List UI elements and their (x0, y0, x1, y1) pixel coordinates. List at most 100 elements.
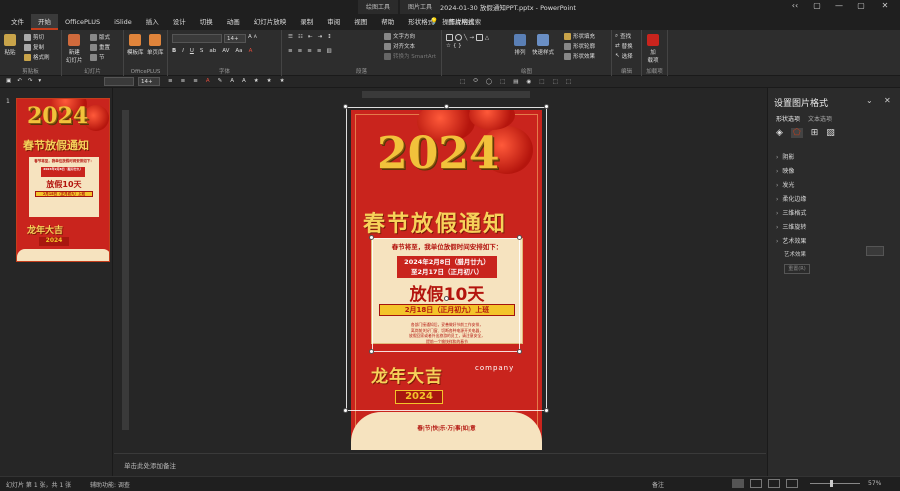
strikethrough-button[interactable]: ab (209, 48, 216, 54)
justify-icon[interactable]: ≡ (317, 48, 322, 54)
tab-view[interactable]: 视图 (347, 14, 374, 30)
tab-shape-options[interactable]: 形状选项 (776, 114, 800, 123)
section-3d-rotation[interactable]: 三维旋转 (776, 222, 806, 231)
shape-f-icon[interactable]: ◉ (526, 79, 531, 85)
text-direction-button[interactable]: 文字方向 (384, 32, 415, 40)
tab-file[interactable]: 文件 (4, 14, 31, 30)
shape-a-icon[interactable]: ⬚ (460, 79, 465, 85)
slide-thumbnail[interactable]: 2024 春节放假通知 春节将至，我单位放假时间安排如下： 2024年2月8日（… (16, 98, 110, 262)
section-artistic-effects[interactable]: 艺术效果 (776, 236, 806, 245)
shape-b-icon[interactable]: ⬭ (473, 78, 478, 85)
pane-options-chevron-icon[interactable]: ⌄ (866, 96, 873, 105)
decrease-indent-icon[interactable]: ⇤ (308, 34, 313, 40)
font-color-small-icon[interactable]: A (206, 78, 210, 84)
shape-effects-button[interactable]: 形状效果 (564, 52, 595, 60)
align-left-icon[interactable]: ≡ (288, 48, 293, 54)
font-size-field[interactable]: 14+ (224, 34, 246, 43)
resize-handle[interactable] (369, 235, 374, 240)
quick-styles-button[interactable]: 快速样式 (532, 34, 554, 56)
qat-font-size-field[interactable]: 14+ (138, 77, 160, 86)
tab-slideshow[interactable]: 幻灯片放映 (247, 14, 294, 30)
zoom-slider[interactable] (810, 483, 860, 484)
bullets-icon[interactable]: ☰ (288, 34, 293, 40)
char-spacing-button[interactable]: AV (222, 48, 229, 54)
tab-transitions[interactable]: 切换 (193, 14, 220, 30)
tab-help[interactable]: 帮助 (374, 14, 401, 30)
columns-icon[interactable]: ▥ (326, 48, 331, 54)
find-button[interactable]: ⌕ 查找 (615, 32, 631, 41)
resize-handle[interactable] (517, 349, 522, 354)
align-text-button[interactable]: 对齐文本 (384, 42, 415, 50)
shadow-button[interactable]: S (200, 48, 204, 54)
picture-icon[interactable]: ▧ (826, 128, 835, 138)
notes-button[interactable]: 备注 (652, 480, 664, 489)
line-spacing-icon[interactable]: ↕ (327, 34, 332, 40)
zoom-slider-thumb[interactable] (830, 480, 833, 487)
arrow-shape-icon[interactable]: → (469, 35, 474, 41)
smartart-button[interactable]: 转换为 SmartArt (384, 52, 436, 60)
fill-line-icon[interactable]: ◈ (776, 128, 783, 138)
align-center-icon[interactable]: ≡ (298, 48, 303, 54)
save-icon[interactable]: ▣ (6, 78, 11, 84)
undo-icon[interactable]: ↶ (17, 78, 22, 84)
paste-button[interactable]: 粘贴 (4, 34, 16, 56)
single-page-library-button[interactable]: 单页库 (147, 34, 164, 56)
maximize-button[interactable]: ▢ (852, 1, 870, 13)
vertical-ruler[interactable] (122, 110, 129, 430)
shape-h-icon[interactable]: ⬚ (552, 79, 557, 85)
collapse-icon[interactable]: ‹‹ (786, 1, 804, 13)
format-painter-button[interactable]: 格式刷 (24, 53, 50, 61)
underline-button[interactable]: U (190, 48, 194, 54)
resize-handle[interactable] (544, 408, 549, 413)
numbering-icon[interactable]: ☷ (298, 34, 303, 40)
shape-i-icon[interactable]: ⬚ (566, 79, 571, 85)
rounded-rect-shape-icon[interactable] (475, 34, 483, 41)
triangle-shape-icon[interactable]: △ (485, 35, 489, 41)
tab-animations[interactable]: 动画 (220, 14, 247, 30)
shape-c-icon[interactable]: ◯ (486, 79, 492, 85)
normal-view-icon[interactable] (732, 479, 744, 488)
tab-officeplus[interactable]: OfficePLUS (58, 14, 107, 30)
section-soft-edges[interactable]: 柔化边缘 (776, 194, 806, 203)
section-reflection[interactable]: 映像 (776, 166, 794, 175)
tab-insert[interactable]: 插入 (139, 14, 166, 30)
minimize-button[interactable]: — (830, 1, 848, 13)
cut-button[interactable]: 剪切 (24, 33, 44, 41)
line-shape-icon[interactable]: ╲ (464, 35, 467, 41)
shape-outline-button[interactable]: 形状轮廓 (564, 42, 595, 50)
slideshow-view-icon[interactable] (786, 479, 798, 488)
resize-handle[interactable] (343, 408, 348, 413)
align-left-small-icon[interactable]: ≡ (168, 78, 173, 84)
sorter-view-icon[interactable] (750, 479, 762, 488)
pane-close-icon[interactable]: ✕ (884, 96, 891, 105)
font-name-field[interactable] (172, 34, 222, 43)
layout-button[interactable]: 版式 (90, 33, 110, 41)
tab-review[interactable]: 审阅 (320, 14, 347, 30)
addins-button[interactable]: 加 载项 (647, 34, 659, 64)
reading-view-icon[interactable] (768, 479, 780, 488)
star-shape-icon[interactable]: ☆ (446, 43, 451, 49)
grow-small-icon[interactable]: A (230, 78, 234, 84)
rotate-handle[interactable] (444, 296, 449, 301)
grow-font-button[interactable]: AA (248, 34, 257, 40)
selection-frame-inner[interactable] (372, 238, 520, 352)
tab-record[interactable]: 录制 (293, 14, 320, 30)
section-shadow[interactable]: 阴影 (776, 152, 794, 161)
art-effect-dropdown[interactable] (866, 246, 884, 256)
horizontal-ruler[interactable] (362, 91, 530, 98)
section-glow[interactable]: 发光 (776, 180, 794, 189)
align-right-small-icon[interactable]: ≡ (193, 78, 198, 84)
effects-pentagon-icon[interactable]: ⬠ (790, 128, 803, 138)
zoom-level[interactable]: 57% (868, 480, 881, 487)
shape-fill-button[interactable]: 形状填充 (564, 32, 595, 40)
size-properties-icon[interactable]: ⊞ (811, 128, 819, 138)
redo-icon[interactable]: ↷ (28, 78, 33, 84)
resize-handle[interactable] (343, 104, 348, 109)
italic-button[interactable]: I (182, 48, 184, 54)
new-slide-button[interactable]: 新建 幻灯片 (66, 34, 83, 64)
resize-handle[interactable] (517, 235, 522, 240)
shape-d-icon[interactable]: ⬚ (500, 79, 505, 85)
shape-e-icon[interactable]: ▤ (513, 79, 518, 85)
resize-handle[interactable] (444, 104, 449, 109)
tab-islide[interactable]: iSlide (107, 14, 139, 30)
